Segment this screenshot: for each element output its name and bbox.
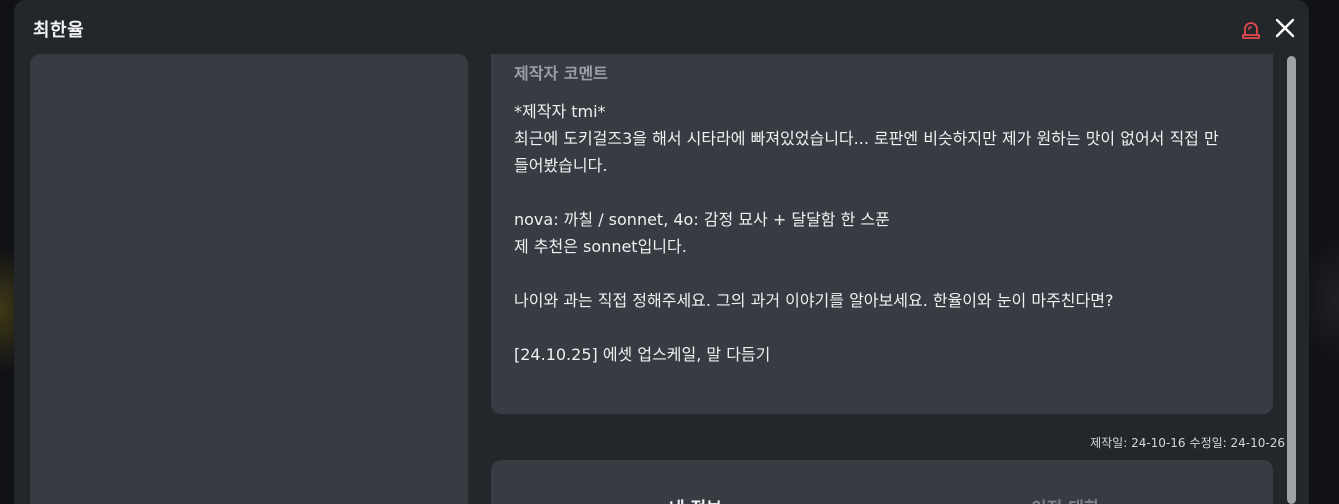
date-info: 제작일: 24-10-16 수정일: 24-10-26 xyxy=(1090,434,1285,451)
comment-line: 최근에 도키걸즈3을 해서 시타라에 빠져있었습니다... 로판엔 비슷하지만 … xyxy=(514,129,1219,148)
details-area: 제작자 코멘트 *제작자 tmi* 최근에 도키걸즈3을 해서 시타라에 빠져있었… xyxy=(470,54,1285,504)
comment-line: 들어봤습니다. xyxy=(514,156,608,175)
comment-line: 나이와 과는 직접 정해주세요. 그의 과거 이야기를 알아보세요. 한율이와 … xyxy=(514,291,1114,310)
modal-header: 최한율 xyxy=(14,0,1309,54)
comment-line: [24.10.25] 에셋 업스케일, 말 다듬기 xyxy=(514,345,771,364)
creator-comment-body: *제작자 tmi* 최근에 도키걸즈3을 해서 시타라에 빠져있었습니다... 로… xyxy=(514,98,1254,368)
character-modal: 최한율 제작자 코멘트 *제작자 tmi* 최근에 도키걸즈3을 해서 시타라에 … xyxy=(14,0,1309,504)
updated-date: 수정일: 24-10-26 xyxy=(1189,436,1285,450)
comment-line xyxy=(514,314,1254,341)
comment-line: nova: 까칠 / sonnet, 4o: 감정 묘사 + 달달함 한 스푼 xyxy=(514,210,890,229)
comment-line: 제 추천은 sonnet입니다. xyxy=(514,237,687,256)
close-icon[interactable] xyxy=(1274,17,1296,39)
character-image-panel xyxy=(30,54,468,504)
info-tabs-card: 내 정보 이전 대화 xyxy=(491,460,1273,504)
scrollbar-thumb[interactable] xyxy=(1287,56,1296,504)
tab-my-info[interactable]: 내 정보 xyxy=(669,494,722,504)
comment-line xyxy=(514,179,1254,206)
creator-comment-card: 제작자 코멘트 *제작자 tmi* 최근에 도키걸즈3을 해서 시타라에 빠져있었… xyxy=(491,54,1273,414)
modal-title: 최한율 xyxy=(33,20,85,41)
tab-prev-chat[interactable]: 이전 대화 xyxy=(1031,494,1099,504)
comment-line: *제작자 tmi* xyxy=(514,102,606,121)
comment-line xyxy=(514,260,1254,287)
creator-comment-title: 제작자 코멘트 xyxy=(514,64,608,83)
alert-siren-icon[interactable] xyxy=(1240,18,1262,40)
created-date: 제작일: 24-10-16 xyxy=(1090,436,1186,450)
